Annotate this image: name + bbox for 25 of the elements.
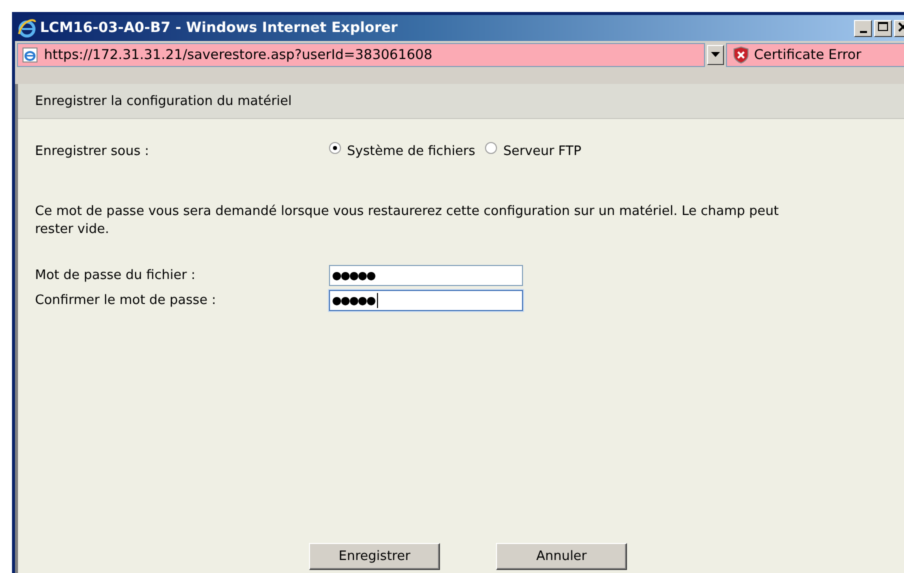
maximize-icon <box>876 20 890 32</box>
field-label: Enregistrer sous : <box>35 144 150 159</box>
maximize-button[interactable] <box>874 20 892 36</box>
dialog-button[interactable]: Enregistrer <box>309 543 440 570</box>
shield-icon <box>733 46 749 64</box>
minimize-icon <box>860 30 866 32</box>
help-text: Ce mot de passe vous sera demandé lorsque vous restaurerez cette configuration sur un matériel. Le champ peut rester vide. <box>34 203 780 239</box>
radio-label[interactable]: Serveur FTP <box>503 144 582 159</box>
field-label: Confirmer le mot de passe : <box>35 293 217 308</box>
dropdown-button[interactable] <box>707 45 724 65</box>
password-field[interactable]: ●●●●● <box>329 290 523 311</box>
caret-icon <box>711 52 720 58</box>
field-label: Mot de passe du fichier : <box>35 268 196 283</box>
minimize-button[interactable] <box>854 20 872 36</box>
password-field[interactable]: ●●●●● <box>329 265 523 286</box>
browser-logo-icon <box>17 18 37 38</box>
dialog-button[interactable]: Annuler <box>496 543 627 570</box>
section-heading: Enregistrer la configuration du matériel <box>35 94 292 108</box>
radio-button[interactable] <box>329 142 341 154</box>
radio-label[interactable]: Système de fichiers <box>347 144 476 159</box>
address-field[interactable]: https://172.31.31.21/saverestore.asp?userId=383061608 <box>17 43 705 67</box>
certificate-error-button[interactable]: Certificate Error <box>726 43 904 67</box>
radio-button[interactable] <box>485 142 498 154</box>
window-title: LCM16-03-A0-B7 - Windows Internet Explorer <box>40 20 399 36</box>
page-icon <box>22 47 38 63</box>
